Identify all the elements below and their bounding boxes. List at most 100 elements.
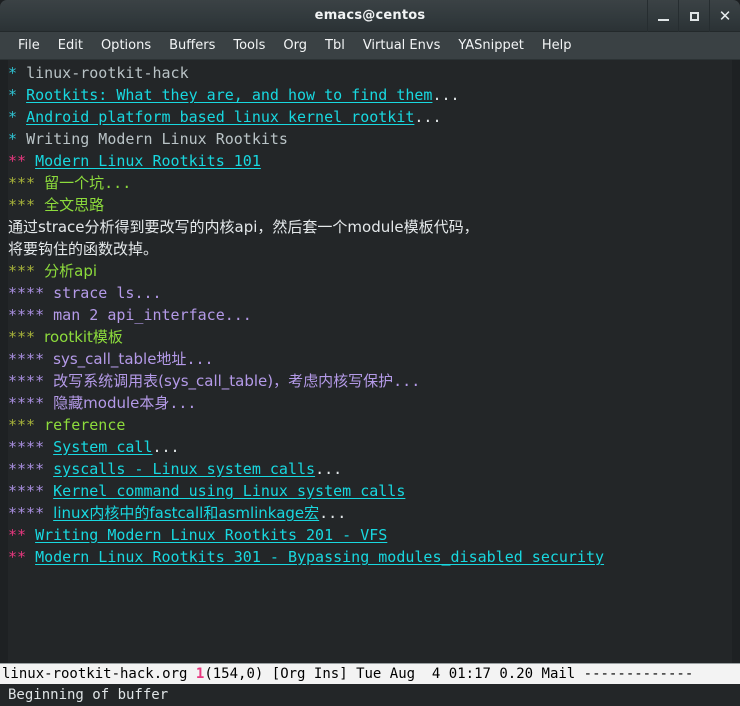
org-heading-text: 全文思路 [44, 196, 105, 214]
mode-line: linux-rootkit-hack.org 1(154,0) [Org Ins… [0, 663, 740, 684]
org-ellipsis[interactable]: ... [225, 306, 252, 324]
org-link[interactable]: Modern Linux Rootkits 101 [35, 152, 261, 170]
org-link[interactable]: syscalls - Linux system calls [53, 460, 315, 478]
menu-item-yasnippet[interactable]: YASnippet [449, 38, 533, 53]
org-heading-line: **** man 2 api_interface... [8, 304, 740, 326]
org-paragraph-text: 通过strace分析得到要改写的内核api，然后套一个module模板代码， [8, 218, 479, 236]
org-body-line: 将要钩住的函数改掉。 [8, 238, 740, 260]
menu-item-help[interactable]: Help [533, 38, 581, 53]
buffer-area[interactable]: * linux-rootkit-hack * Rootkits: What the… [0, 60, 740, 663]
modeline-space [263, 666, 271, 682]
org-heading-line: *** rootkit模板 [8, 326, 740, 348]
menu-item-tools[interactable]: Tools [224, 38, 274, 53]
org-link[interactable]: System call [53, 438, 152, 456]
org-ellipsis[interactable]: ... [104, 174, 131, 192]
org-heading-text: strace ls [53, 284, 135, 302]
org-body-line: 通过strace分析得到要改写的内核api，然后套一个module模板代码， [8, 216, 740, 238]
minimize-button[interactable] [647, 0, 678, 32]
org-stars-level-1: * [8, 130, 18, 148]
org-ellipsis[interactable]: ... [186, 350, 213, 368]
org-stars-level-4: **** [8, 438, 45, 456]
modeline-datetime: Tue Aug 4 01:17 [356, 666, 491, 682]
modeline-buffer-name: linux-rootkit-hack.org [2, 666, 188, 682]
menu-item-virtual-envs[interactable]: Virtual Envs [354, 38, 450, 53]
org-stars-level-3: *** [8, 262, 36, 280]
org-heading-line: **** 改写系统调用表(sys_call_table)，考虑内核写保护... [8, 370, 740, 392]
menu-item-edit[interactable]: Edit [49, 38, 92, 53]
org-heading-line: *** 留一个坑... [8, 172, 740, 194]
org-heading-line: **** Kernel command using Linux system c… [8, 480, 740, 502]
close-button[interactable]: ✕ [709, 0, 740, 32]
maximize-button[interactable] [678, 0, 709, 32]
org-ellipsis[interactable]: ... [169, 394, 196, 412]
org-paragraph-text: 将要钩住的函数改掉。 [8, 240, 159, 258]
org-ellipsis[interactable]: ... [393, 372, 420, 390]
org-ellipsis[interactable]: ... [319, 504, 346, 522]
modeline-space [575, 666, 583, 682]
modeline-filler: ------------- [583, 666, 694, 682]
org-heading-text: 留一个坑 [44, 174, 105, 192]
org-stars-level-2: ** [8, 526, 27, 544]
org-heading-line: * Rootkits: What they are, and how to fi… [8, 84, 740, 106]
org-heading-line: **** linux内核中的fastcall和asmlinkage宏... [8, 502, 740, 524]
org-stars-level-4: **** [8, 350, 45, 368]
org-heading-text: reference [44, 416, 126, 434]
org-heading-line: **** strace ls... [8, 282, 740, 304]
org-heading-line: *** 全文思路 [8, 194, 740, 216]
modeline-position: (154,0) [204, 666, 264, 682]
org-link[interactable]: Kernel command using Linux system calls [53, 482, 405, 500]
org-link[interactable]: linux内核中的fastcall和asmlinkage宏 [53, 504, 319, 522]
org-link[interactable]: Modern Linux Rootkits 301 - Bypassing mo… [35, 548, 604, 566]
org-heading-text: sys_call_table地址 [53, 350, 187, 368]
org-heading-text: 分析api [44, 262, 98, 280]
org-stars-level-4: **** [8, 284, 45, 302]
menu-item-org[interactable]: Org [274, 38, 316, 53]
org-heading-line: *** 分析api [8, 260, 740, 282]
org-heading-line: * Android platform based linux kernel ro… [8, 106, 740, 128]
org-link[interactable]: Android platform based linux kernel root… [26, 108, 414, 126]
org-link[interactable]: Writing Modern Linux Rootkits 201 - VFS [35, 526, 387, 544]
org-ellipsis[interactable]: ... [432, 86, 459, 104]
org-stars-level-2: ** [8, 152, 27, 170]
org-ellipsis[interactable]: ... [134, 284, 161, 302]
org-ellipsis[interactable]: ... [414, 108, 441, 126]
modeline-space [533, 666, 541, 682]
menu-item-file[interactable]: File [9, 38, 49, 53]
menu-item-tbl[interactable]: Tbl [316, 38, 354, 53]
org-heading-text: Writing Modern Linux Rootkits [26, 130, 288, 148]
modeline-modes: [Org Ins] [271, 666, 348, 682]
window-titlebar[interactable]: emacs@centos ✕ [0, 0, 740, 32]
menu-bar: File Edit Options Buffers Tools Org Tbl Virtual… [0, 32, 740, 60]
org-link[interactable]: Rootkits: What they are, and how to find… [26, 86, 432, 104]
org-stars-level-1: * [8, 86, 18, 104]
menu-item-buffers[interactable]: Buffers [160, 38, 224, 53]
window-title: emacs@centos [314, 8, 426, 23]
org-heading-text: rootkit模板 [44, 328, 123, 346]
emacs-window: emacs@centos ✕ File Edit Options Buffers Too… [0, 0, 740, 706]
modeline-mail-indicator: Mail [541, 666, 576, 682]
org-stars-level-4: **** [8, 394, 45, 412]
maximize-icon [689, 11, 699, 21]
modeline-space [348, 666, 356, 682]
org-ellipsis[interactable]: ... [315, 460, 342, 478]
org-ellipsis[interactable]: ... [153, 438, 180, 456]
org-heading-text: 改写系统调用表(sys_call_table)，考虑内核写保护 [53, 372, 394, 390]
menu-item-options[interactable]: Options [92, 38, 160, 53]
modeline-load-average: 0.20 [499, 666, 534, 682]
